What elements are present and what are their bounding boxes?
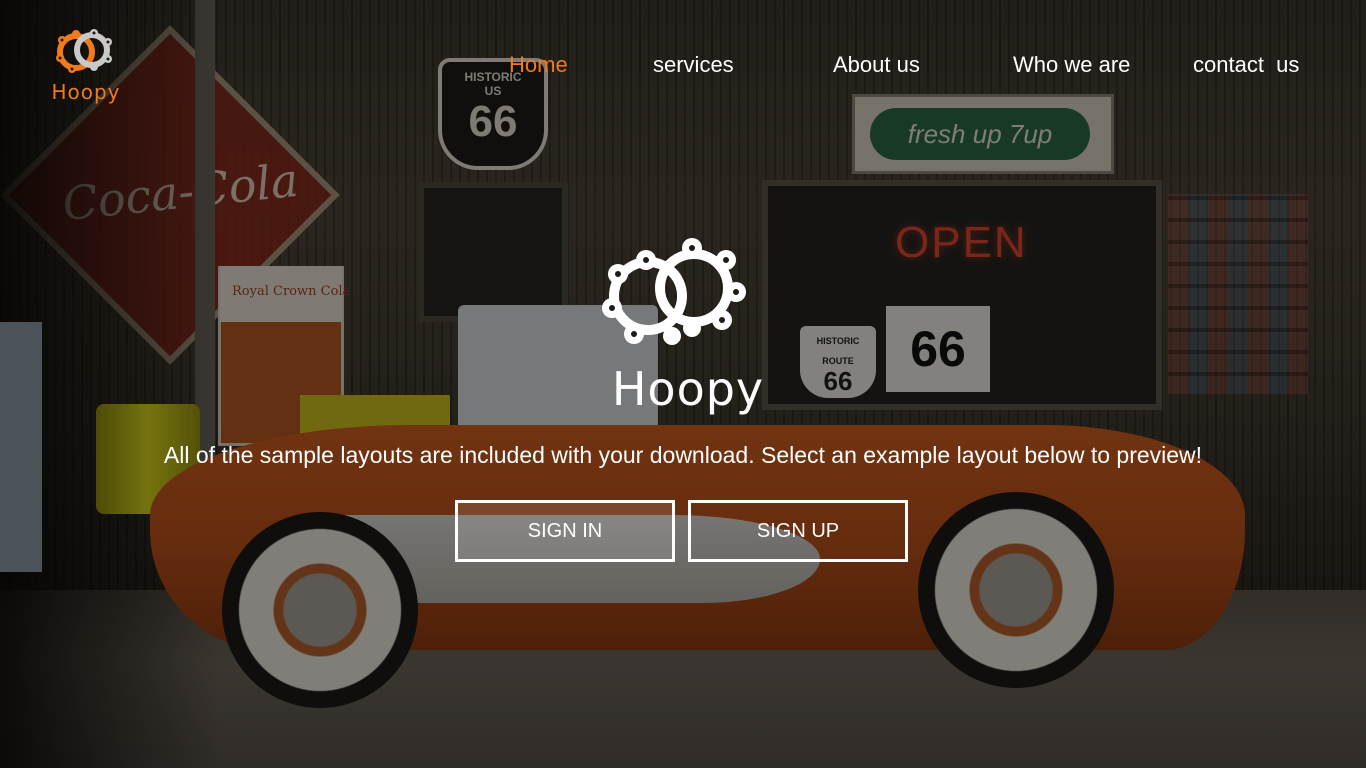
hero-tagline: All of the sample layouts are included w… <box>163 442 1203 468</box>
hero-title: Hoopy <box>611 362 765 416</box>
sign-in-button[interactable]: SIGN IN <box>455 500 675 562</box>
brand-logo-text: Hoopy <box>51 80 121 104</box>
nav-contact-us[interactable]: contact us <box>1193 52 1299 78</box>
nav-home[interactable]: Home <box>509 52 568 78</box>
bike-chain-gear-hero-icon <box>602 238 746 345</box>
nav-about-us[interactable]: About us <box>833 52 920 78</box>
nav-who-we-are[interactable]: Who we are <box>1013 52 1130 78</box>
nav-services[interactable]: services <box>653 52 734 78</box>
main-nav: Home services About us Who we are contac… <box>0 52 1366 82</box>
sign-up-button[interactable]: SIGN UP <box>688 500 908 562</box>
